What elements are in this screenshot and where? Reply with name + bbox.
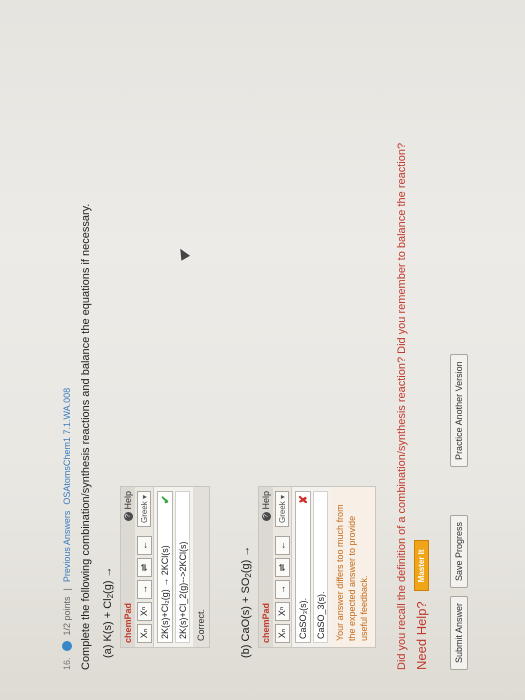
part-a-reactants: K(s) + Cl bbox=[102, 598, 114, 642]
assignment-question: 16. 1/2 points | Previous Answers OSAtom… bbox=[58, 90, 518, 680]
chempad-b-input[interactable]: CaSO₃(s). ✘ bbox=[295, 491, 311, 643]
chempad-b-toolbar: Xₙ Xⁿ → ⇌ ← Greek ▾ bbox=[273, 487, 292, 647]
chempad-a-raw-text: 2K(s)+Cl_2(g)-->2KCl(s) bbox=[175, 491, 190, 643]
status-dot-icon bbox=[62, 641, 72, 652]
previous-answers-link[interactable]: Previous Answers bbox=[62, 511, 72, 583]
hint-question: Did you recall the definition of a combi… bbox=[396, 142, 408, 670]
feedback-line: useful feedback. bbox=[359, 575, 369, 641]
greek-dropdown[interactable]: Greek ▾ bbox=[137, 491, 151, 528]
instructions-text: Complete the following combination/synth… bbox=[80, 203, 92, 670]
part-b-tail: (g) → bbox=[240, 545, 252, 574]
x-mark-icon: ✘ bbox=[297, 495, 310, 505]
chempad-a: chemPad ? Help Xₙ Xⁿ → ⇌ ← Greek ▾ 2K(s)+… bbox=[120, 486, 210, 648]
separator: | bbox=[62, 588, 72, 591]
chempad-b-input-value: CaSO₃(s). bbox=[298, 597, 308, 639]
action-buttons: Submit Answer Save Progress Practice Ano… bbox=[450, 354, 468, 670]
help-icon: ? bbox=[123, 511, 133, 521]
points-label: 1/2 points bbox=[62, 596, 72, 636]
part-b-label: (b) bbox=[240, 644, 252, 658]
need-help-row: Need Help? Master It bbox=[414, 540, 429, 670]
part-a-subscript: 2 bbox=[106, 593, 115, 599]
chempad-b-header: chemPad ? Help bbox=[259, 487, 273, 647]
part-a-reaction: (a) K(s) + Cl2(g) → bbox=[102, 566, 115, 658]
superscript-button[interactable]: Xⁿ bbox=[274, 602, 290, 621]
right-arrow-button[interactable]: → bbox=[136, 580, 152, 599]
chempad-b-help-button[interactable]: ? Help bbox=[261, 491, 271, 521]
help-icon: ? bbox=[261, 511, 271, 521]
chempad-a-toolbar: Xₙ Xⁿ → ⇌ ← Greek ▾ bbox=[135, 487, 154, 647]
help-label: Help bbox=[123, 491, 133, 510]
part-b-subscript: 2 bbox=[244, 573, 253, 578]
chempad-a-title: chemPad bbox=[123, 602, 133, 643]
right-arrow-button[interactable]: → bbox=[274, 580, 290, 599]
subscript-button[interactable]: Xₙ bbox=[274, 624, 290, 643]
need-help-label: Need Help? bbox=[414, 601, 429, 670]
greek-dropdown[interactable]: Greek ▾ bbox=[275, 491, 289, 528]
feedback-line: the expected answer to provide bbox=[347, 515, 357, 641]
master-it-button[interactable]: Master It bbox=[414, 540, 429, 592]
left-arrow-button[interactable]: ← bbox=[274, 536, 290, 555]
subscript-button[interactable]: Xₙ bbox=[136, 624, 152, 643]
feedback-line: Your answer differs too much from bbox=[335, 504, 345, 641]
correct-status: Correct. bbox=[193, 487, 209, 647]
chempad-b: chemPad ? Help Xₙ Xⁿ → ⇌ ← Greek ▾ CaSO₃(… bbox=[258, 486, 376, 648]
equilibrium-arrow-button[interactable]: ⇌ bbox=[274, 558, 290, 577]
course-code: OSAtomsChem1 7.1.WA.008 bbox=[62, 387, 72, 505]
part-a-tail: (g) → bbox=[102, 566, 114, 594]
chempad-a-header: chemPad ? Help bbox=[121, 487, 135, 647]
question-header: 16. 1/2 points | Previous Answers OSAtom… bbox=[58, 388, 76, 670]
chempad-b-raw-text: CaSO_3(s). bbox=[313, 491, 328, 643]
part-b-reactants: CaO(s) + SO bbox=[240, 577, 252, 642]
superscript-button[interactable]: Xⁿ bbox=[136, 602, 152, 621]
chempad-a-input[interactable]: 2K(s)+Cl₂(g) → 2KCl(s) ✔ bbox=[157, 491, 173, 643]
checkmark-icon: ✔ bbox=[159, 495, 172, 505]
part-a-label: (a) bbox=[102, 644, 114, 658]
submit-answer-button[interactable]: Submit Answer bbox=[450, 595, 468, 670]
feedback-message: Your answer differs too much from the ex… bbox=[331, 487, 375, 647]
practice-another-version-button[interactable]: Practice Another Version bbox=[450, 354, 468, 467]
chempad-a-help-button[interactable]: ? Help bbox=[123, 491, 133, 521]
part-b-reaction: (b) CaO(s) + SO2(g) → bbox=[240, 546, 253, 658]
chempad-a-input-value: 2K(s)+Cl₂(g) → 2KCl(s) bbox=[160, 545, 170, 639]
chempad-b-title: chemPad bbox=[261, 602, 271, 643]
photo-screen: 16. 1/2 points | Previous Answers OSAtom… bbox=[0, 0, 525, 700]
help-label: Help bbox=[261, 491, 271, 510]
equilibrium-arrow-button[interactable]: ⇌ bbox=[136, 558, 152, 577]
left-arrow-button[interactable]: ← bbox=[136, 536, 152, 555]
save-progress-button[interactable]: Save Progress bbox=[450, 514, 468, 588]
question-number: 16. bbox=[62, 657, 72, 670]
